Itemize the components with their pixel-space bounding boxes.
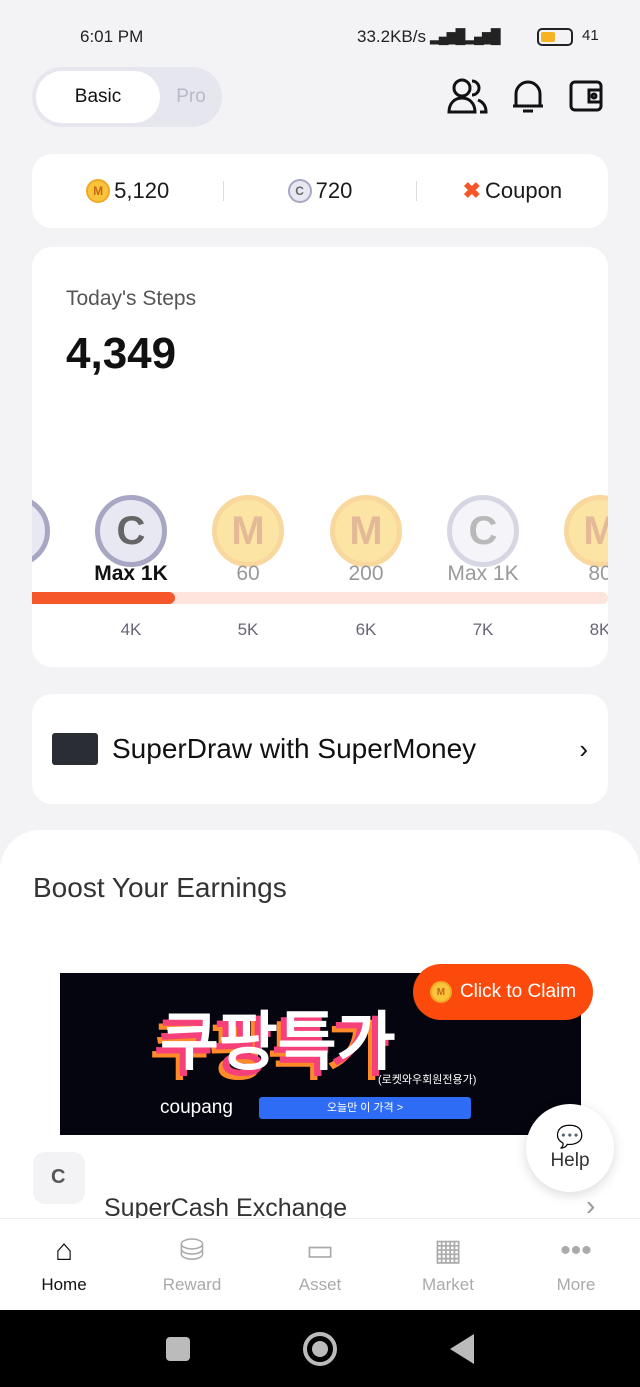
- nav-label: Reward: [162, 1275, 222, 1294]
- steps-count: 4,349: [66, 329, 177, 378]
- supermoney-balance[interactable]: M 5,120: [32, 178, 223, 204]
- supercash-coin-icon: C: [32, 495, 50, 567]
- bell-icon[interactable]: [510, 76, 546, 116]
- coins-icon: ⛁: [179, 1234, 205, 1267]
- home-icon: ⌂: [54, 1234, 74, 1267]
- chevron-right-icon: ›: [579, 733, 588, 764]
- home-button[interactable]: [303, 1332, 337, 1366]
- mode-basic[interactable]: Basic: [36, 71, 160, 123]
- supercash-coin-icon: C: [287, 179, 312, 203]
- claim-button[interactable]: M Click to Claim: [413, 964, 593, 1020]
- back-button[interactable]: [450, 1334, 474, 1364]
- steps-title: Today's Steps: [66, 287, 197, 310]
- supermoney-coin-icon: M: [429, 981, 452, 1003]
- system-nav-bar: [0, 1310, 640, 1387]
- supercash-balance[interactable]: C 720: [224, 178, 415, 204]
- users-icon[interactable]: [446, 76, 490, 116]
- status-bar: 6:01 PM 33.2KB/s ▂▄▆█ ▂▄▆█ 41: [0, 0, 640, 70]
- supermoney-coin-icon: M: [330, 495, 402, 567]
- supermoney-coin-icon: M: [564, 495, 608, 567]
- ticket-icon: ✖: [462, 178, 481, 203]
- milestone-reward: 200: [348, 562, 384, 585]
- nav-label: Asset: [298, 1275, 342, 1294]
- bottom-nav: ⌂ Home ⛁ Reward ▭ Asset ▦ Market ••• More: [0, 1218, 640, 1310]
- superdraw-banner[interactable]: SuperDraw with SuperMoney ›: [32, 694, 608, 804]
- nav-more[interactable]: ••• More: [512, 1219, 640, 1310]
- mode-pro[interactable]: Pro: [160, 71, 222, 123]
- milestone-step: 7K: [472, 620, 494, 639]
- supercash-coin-icon: C: [447, 495, 519, 567]
- battery-icon: [537, 28, 573, 46]
- steps-card: Today's Steps 4,349 C1KCMax 1K4KM605KM20…: [32, 247, 608, 667]
- milestone-reward: Max 1K: [447, 562, 519, 585]
- nav-label: More: [556, 1275, 596, 1294]
- nav-label: Home: [41, 1275, 87, 1294]
- mode-toggle[interactable]: Basic Pro: [32, 67, 222, 127]
- nav-home[interactable]: ⌂ Home: [0, 1219, 128, 1310]
- status-time: 6:01 PM: [80, 27, 144, 46]
- milestone-reward: 80: [588, 562, 608, 585]
- store-icon: ▦: [433, 1234, 463, 1267]
- laptop-icon: [52, 733, 98, 765]
- supercash-coin-icon: C: [95, 495, 167, 567]
- supercash-exchange-icon: C: [33, 1152, 85, 1204]
- nav-market[interactable]: ▦ Market: [384, 1219, 512, 1310]
- coupon-button[interactable]: ✖ Coupon: [417, 178, 608, 204]
- milestone-reward: 1K: [32, 562, 74, 586]
- banner-cta[interactable]: 오늘만 이 가격 >: [259, 1097, 471, 1119]
- help-button[interactable]: 💬 Help: [526, 1104, 614, 1192]
- coupang-logo: coupang: [160, 1097, 233, 1118]
- milestone-step: 4K: [120, 620, 142, 639]
- steps-progress-fill: [32, 592, 175, 604]
- supermoney-coin-icon: M: [212, 495, 284, 567]
- nav-label: Market: [422, 1275, 474, 1294]
- milestone-step: 6K: [355, 620, 377, 639]
- superdraw-label: SuperDraw with SuperMoney: [112, 733, 477, 764]
- milestone-step: 5K: [237, 620, 259, 639]
- net-speed: 33.2KB/s: [357, 27, 426, 46]
- supermoney-coin-icon: M: [86, 179, 111, 203]
- chat-icon: 💬: [556, 1124, 584, 1149]
- milestone-step: 8K: [589, 620, 608, 639]
- nav-asset[interactable]: ▭ Asset: [256, 1219, 384, 1310]
- nav-reward[interactable]: ⛁ Reward: [128, 1219, 256, 1310]
- signal-icon: ▂▄▆█ ▂▄▆█: [430, 28, 501, 44]
- milestone-reward: Max 1K: [94, 562, 168, 585]
- battery-level: 41: [582, 27, 599, 44]
- banner-title: 쿠팡특가: [160, 1006, 396, 1078]
- boost-title: Boost Your Earnings: [33, 872, 287, 903]
- more-icon: •••: [560, 1234, 592, 1267]
- balance-card: M 5,120 C 720 ✖ Coupon: [32, 154, 608, 228]
- wallet-icon[interactable]: [568, 78, 604, 114]
- milestone-reward: 60: [236, 562, 260, 585]
- asset-icon: ▭: [305, 1234, 335, 1267]
- banner-subtitle: (로켓와우회원전용가): [378, 1074, 477, 1086]
- recents-button[interactable]: [166, 1337, 190, 1361]
